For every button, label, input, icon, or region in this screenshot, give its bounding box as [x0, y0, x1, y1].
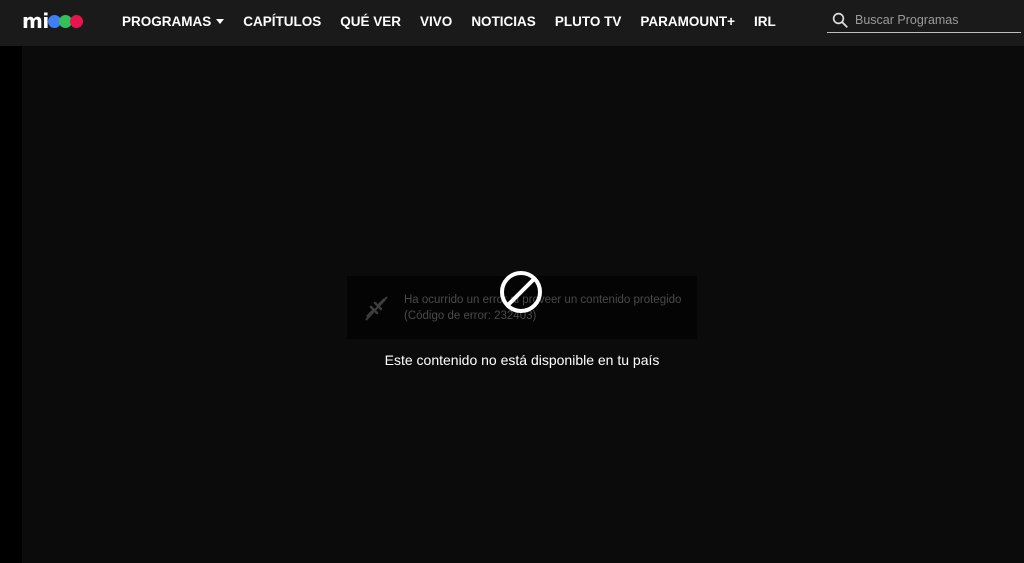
video-player[interactable]: Ha ocurrido un error al proveer un conte…: [22, 46, 1024, 563]
nav-item-que-ver[interactable]: QUÉ VER: [340, 14, 401, 29]
search-input[interactable]: [855, 13, 1015, 27]
nav-item-noticias[interactable]: NOTICIAS: [471, 14, 536, 29]
broken-connection-icon: [365, 296, 388, 321]
drm-error-line2: (Código de error: 232403): [404, 310, 537, 322]
logo-text: mi: [22, 9, 49, 33]
mi-logo[interactable]: mi: [22, 9, 83, 33]
search-icon[interactable]: [831, 11, 849, 29]
nav-item-label: PROGRAMAS: [122, 13, 212, 29]
nav-item-irl[interactable]: IRL: [754, 14, 776, 29]
nav-item-paramount-plus[interactable]: PARAMOUNT+: [640, 14, 735, 29]
nav-item-programas[interactable]: PROGRAMAS: [122, 13, 225, 29]
nav-item-capitulos[interactable]: CAPÍTULOS: [243, 14, 321, 29]
top-navbar: mi PROGRAMAS CAPÍTULOS QUÉ VER VIVO NOTI…: [0, 0, 1024, 46]
geo-block-message: Este contenido no está disponible en tu …: [384, 352, 660, 368]
nav-item-vivo[interactable]: VIVO: [420, 14, 452, 29]
nav-item-pluto-tv[interactable]: PLUTO TV: [555, 14, 622, 29]
search-box: [827, 8, 1021, 33]
logo-dot-red: [69, 14, 83, 28]
caret-down-icon: [216, 18, 225, 24]
drm-error-text: Ha ocurrido un error al proveer un conte…: [404, 292, 694, 324]
drm-error-line1: Ha ocurrido un error al proveer un conte…: [404, 294, 682, 306]
prohibited-icon: [500, 271, 542, 313]
main-menu: PROGRAMAS CAPÍTULOS QUÉ VER VIVO NOTICIA…: [122, 0, 795, 42]
